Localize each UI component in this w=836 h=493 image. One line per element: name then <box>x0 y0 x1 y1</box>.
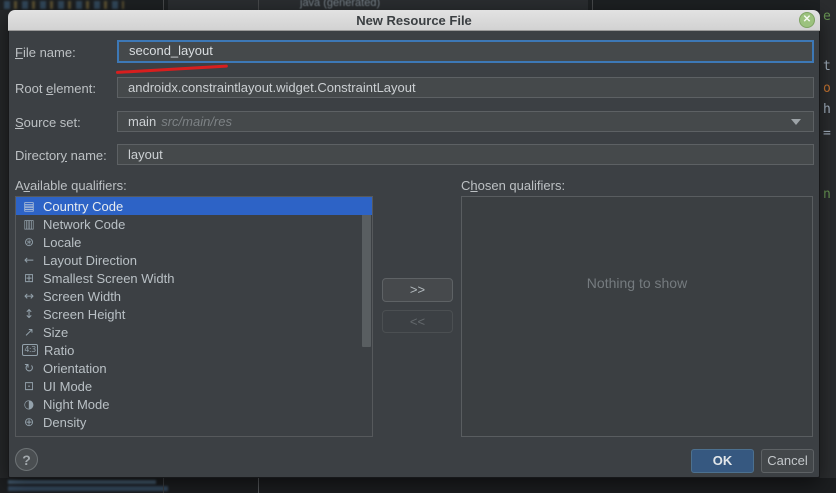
chosen-qualifiers-panel: Nothing to show <box>461 196 813 437</box>
ide-editor-strip: e toh = n <box>820 0 836 493</box>
qualifier-label: Orientation <box>43 361 107 376</box>
qualifier-row[interactable]: ← Layout Direction <box>16 251 372 269</box>
qualifier-label: Layout Direction <box>43 253 137 268</box>
qualifier-row[interactable]: ⊕ Density <box>16 413 372 431</box>
ide-code-character: h <box>823 102 831 117</box>
source-set-label: Source set: <box>15 115 81 130</box>
screen-height-icon: ↕ <box>21 308 37 320</box>
available-qualifiers-list: ▤ Country Code ▥ Network Code ⊛ Locale ← Layout… <box>15 196 373 437</box>
file-name-label: File name: <box>15 45 76 60</box>
ide-project-tree-text: java (generated) <box>300 0 380 9</box>
qualifier-row[interactable]: ↻ Orientation <box>16 359 372 377</box>
new-resource-file-dialog: New Resource File ✕ File name: second_la… <box>8 10 820 478</box>
screen-width-icon: ↔ <box>21 290 37 302</box>
ide-bottom-strip <box>0 478 836 493</box>
chevron-down-icon <box>791 119 801 125</box>
qualifier-label: Screen Height <box>43 307 125 322</box>
smallest-screen-width-icon: ⊞ <box>21 272 37 284</box>
ide-code-character: n <box>823 187 831 202</box>
move-left-button: << <box>382 310 453 333</box>
qualifier-label: Locale <box>43 235 81 250</box>
close-icon: ✕ <box>803 15 811 25</box>
ide-divider <box>258 0 259 10</box>
qualifier-row[interactable]: ⊞ Smallest Screen Width <box>16 269 372 287</box>
red-underline-annotation <box>116 65 228 74</box>
qualifier-row[interactable]: 4:3 Ratio <box>16 341 372 359</box>
source-set-hint: src/main/res <box>161 114 232 129</box>
layout-direction-icon: ← <box>21 254 37 266</box>
qualifier-label: Ratio <box>44 343 74 358</box>
density-icon: ⊕ <box>21 416 37 428</box>
question-icon: ? <box>22 452 31 468</box>
qualifier-row[interactable]: ↔ Screen Width <box>16 287 372 305</box>
qualifier-label: Night Mode <box>43 397 109 412</box>
window-title: New Resource File <box>8 13 820 28</box>
qualifier-row[interactable]: ◑ Night Mode <box>16 395 372 413</box>
night-mode-icon: ◑ <box>21 398 37 410</box>
qualifier-label: Size <box>43 325 68 340</box>
qualifier-row[interactable]: ⊡ UI Mode <box>16 377 372 395</box>
directory-name-input[interactable]: layout <box>117 144 814 165</box>
qualifier-label: Country Code <box>43 199 123 214</box>
qualifier-label: Density <box>43 415 86 430</box>
ide-divider <box>163 478 164 493</box>
qualifier-row[interactable]: ▤ Country Code <box>16 197 372 215</box>
qualifier-row[interactable]: ▥ Network Code <box>16 215 372 233</box>
ide-divider <box>258 478 259 493</box>
size-icon: ↗ <box>21 326 37 338</box>
ok-button[interactable]: OK <box>691 449 754 473</box>
file-name-input[interactable]: second_layout <box>117 40 814 63</box>
qualifier-label: Smallest Screen Width <box>43 271 175 286</box>
help-button[interactable]: ? <box>15 448 38 471</box>
locale-icon: ⊛ <box>21 236 37 248</box>
ide-divider <box>592 0 593 10</box>
ide-top-strip: java (generated) <box>0 0 836 10</box>
qualifier-row[interactable]: ⊛ Locale <box>16 233 372 251</box>
root-element-input[interactable]: androidx.constraintlayout.widget.Constra… <box>117 77 814 98</box>
ide-code-character: t <box>823 59 831 74</box>
move-right-button[interactable]: >> <box>382 278 453 302</box>
ide-top-blur <box>4 1 124 9</box>
ide-divider <box>163 0 164 10</box>
ide-bottom-blur <box>8 480 156 484</box>
directory-name-label: Directory name: <box>15 148 107 163</box>
dialog-titlebar[interactable]: New Resource File ✕ <box>8 10 820 31</box>
qualifier-row[interactable]: ↗ Size <box>16 323 372 341</box>
ui-mode-icon: ⊡ <box>21 380 37 392</box>
source-set-value: main <box>128 114 156 129</box>
cancel-button[interactable]: Cancel <box>761 449 814 473</box>
ide-code-character: o <box>823 81 831 96</box>
ratio-icon: 4:3 <box>22 344 38 356</box>
source-set-combo[interactable]: main src/main/res <box>117 111 814 132</box>
ide-code-character: = <box>823 126 831 141</box>
ide-bottom-blur <box>8 486 168 491</box>
ide-code-character: e <box>823 9 831 24</box>
network-code-icon: ▥ <box>21 218 37 230</box>
empty-state-text: Nothing to show <box>462 275 812 291</box>
country-code-icon: ▤ <box>21 200 37 212</box>
root-element-label: Root element: <box>15 81 96 96</box>
orientation-icon: ↻ <box>21 362 37 374</box>
qualifier-row[interactable]: ↕ Screen Height <box>16 305 372 323</box>
chosen-qualifiers-label: Chosen qualifiers: <box>461 178 565 193</box>
qualifier-label: Network Code <box>43 217 125 232</box>
qualifier-label: Screen Width <box>43 289 121 304</box>
qualifier-label: UI Mode <box>43 379 92 394</box>
available-qualifiers-label: Available qualifiers: <box>15 178 127 193</box>
close-button[interactable]: ✕ <box>799 12 815 28</box>
